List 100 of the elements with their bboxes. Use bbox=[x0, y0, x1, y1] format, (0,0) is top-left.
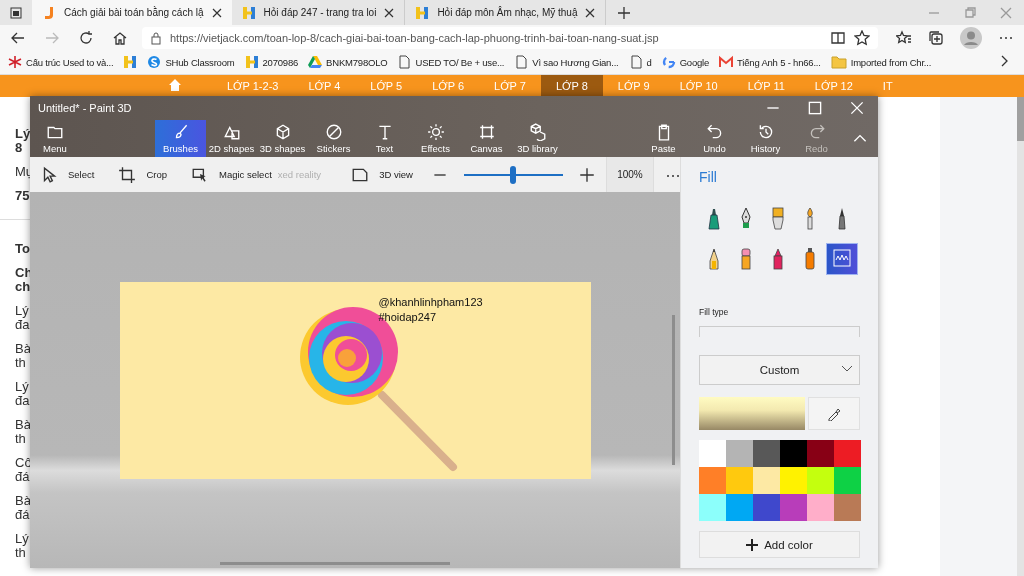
brush-option[interactable] bbox=[826, 243, 858, 275]
scroll-thumb[interactable] bbox=[1017, 97, 1024, 141]
article-text: th bbox=[15, 546, 26, 560]
restore-icon[interactable] bbox=[962, 4, 978, 21]
toolbar-button[interactable]: Undo bbox=[689, 120, 740, 157]
tool-tab[interactable]: 2D shapes bbox=[206, 120, 257, 157]
close-icon[interactable] bbox=[211, 7, 222, 18]
nav-link[interactable]: LỚP 8 bbox=[540, 75, 603, 97]
color-swatch[interactable] bbox=[726, 467, 753, 494]
more-icon[interactable] bbox=[666, 174, 680, 178]
scrollbar[interactable] bbox=[672, 315, 675, 465]
toolbar-button[interactable]: History bbox=[740, 120, 791, 157]
color-swatch[interactable] bbox=[753, 467, 780, 494]
tool-button[interactable]: 3D view bbox=[351, 165, 413, 184]
article-text: Bà bbox=[15, 342, 31, 356]
color-swatch[interactable] bbox=[726, 440, 753, 467]
address-bar[interactable]: https://vietjack.com/toan-lop-8/cach-giai-bai-toan-bang-cach-lap-phuong-trinh-bai-toan-nang-suat.jsp bbox=[142, 26, 878, 49]
tool-tab[interactable]: Text bbox=[359, 120, 410, 157]
bookmark[interactable]: SHub Classroom bbox=[147, 55, 235, 69]
browser-tab[interactable]: Cách giải bài toán bằng cách lậ bbox=[32, 0, 232, 25]
bookmark[interactable]: BNKM798OLO bbox=[308, 55, 388, 69]
color-swatch[interactable] bbox=[699, 467, 726, 494]
tool-button[interactable]: Select bbox=[40, 165, 95, 184]
color-swatch[interactable] bbox=[834, 467, 861, 494]
bookmark[interactable]: 2070986 bbox=[244, 55, 299, 69]
article-text: Lý bbox=[15, 532, 29, 546]
color-swatch[interactable] bbox=[780, 494, 807, 521]
site-logo-icon bbox=[244, 55, 259, 69]
article-text: đa bbox=[15, 318, 30, 332]
profile-icon[interactable] bbox=[960, 26, 982, 49]
color-swatch[interactable] bbox=[807, 494, 834, 521]
close-icon[interactable] bbox=[585, 7, 596, 18]
undo-icon bbox=[705, 123, 724, 141]
tab-actions-icon[interactable] bbox=[10, 6, 22, 19]
article-text: đá bbox=[15, 470, 30, 484]
tool-tab[interactable]: Effects bbox=[410, 120, 461, 157]
color-swatch[interactable] bbox=[699, 440, 726, 467]
color-swatch[interactable] bbox=[699, 494, 726, 521]
color-swatch[interactable] bbox=[780, 440, 807, 467]
close-icon[interactable] bbox=[384, 7, 395, 18]
sticker-icon bbox=[324, 123, 343, 141]
chevron-down-icon bbox=[841, 365, 853, 373]
bookmark[interactable]: Cấu trúc Used to và... bbox=[8, 55, 114, 69]
reader-icon[interactable] bbox=[830, 29, 846, 46]
color-swatch[interactable] bbox=[753, 494, 780, 521]
site-logo-icon bbox=[147, 55, 162, 69]
sun-icon bbox=[426, 123, 445, 141]
scrollbar[interactable] bbox=[220, 562, 450, 565]
color-swatch[interactable] bbox=[834, 440, 861, 467]
fill-dropdown[interactable]: Custom bbox=[699, 355, 860, 385]
bookmark[interactable]: d bbox=[628, 55, 652, 69]
mail-icon bbox=[719, 55, 734, 69]
menu-button[interactable]: Menu bbox=[30, 120, 80, 157]
tool-label: xed reality bbox=[277, 169, 322, 180]
site-logo-icon bbox=[415, 5, 430, 20]
bookmark[interactable]: Vì sao Hương Gian... bbox=[514, 55, 619, 69]
new-tab-icon[interactable] bbox=[616, 4, 633, 21]
color-swatch[interactable] bbox=[807, 467, 834, 494]
canvas-icon bbox=[477, 123, 496, 141]
favorites-icon[interactable] bbox=[896, 29, 912, 46]
cubes-icon bbox=[528, 123, 547, 141]
color-swatch[interactable] bbox=[834, 494, 861, 521]
canvas-text: #hoidap247 bbox=[378, 309, 437, 325]
article-text: To bbox=[15, 242, 30, 256]
toolbar-button[interactable]: Paste bbox=[638, 120, 689, 157]
zoom-level[interactable]: 100% bbox=[605, 157, 654, 192]
google-icon bbox=[661, 55, 676, 69]
site-logo-icon bbox=[42, 5, 56, 20]
add-color-button[interactable]: Add color bbox=[699, 531, 860, 558]
bookmark[interactable]: Tiếng Anh 5 - hn66... bbox=[719, 55, 821, 69]
article-text: th bbox=[15, 356, 26, 370]
tool-tab[interactable]: 3D library bbox=[512, 120, 563, 157]
favorite-add-icon[interactable] bbox=[854, 29, 870, 46]
maximize-icon[interactable] bbox=[806, 99, 824, 117]
color-swatch[interactable] bbox=[780, 467, 807, 494]
bookmark[interactable]: Google bbox=[661, 55, 710, 69]
tool-button[interactable]: Magic select bbox=[191, 165, 272, 184]
tool-tab[interactable]: Brushes bbox=[155, 120, 206, 157]
tool-tab[interactable]: Canvas bbox=[461, 120, 512, 157]
article-text: ch bbox=[15, 280, 31, 294]
lock-icon bbox=[150, 30, 162, 45]
close-icon[interactable] bbox=[848, 99, 866, 117]
article-text: Lý bbox=[15, 127, 31, 141]
article-text: 75 bbox=[15, 189, 30, 203]
color-swatch[interactable] bbox=[726, 494, 753, 521]
color-swatch[interactable] bbox=[753, 440, 780, 467]
tool-tab[interactable]: 3D shapes bbox=[257, 120, 308, 157]
bookmark[interactable] bbox=[123, 55, 138, 69]
bookmark[interactable]: USED TO/ Be + use... bbox=[397, 55, 505, 69]
color-swatch[interactable] bbox=[807, 440, 834, 467]
window-title: Untitled* - Paint 3D bbox=[38, 102, 132, 114]
bookmark-folder[interactable]: Imported from Chr... bbox=[830, 55, 932, 69]
tool-tab[interactable]: Stickers bbox=[308, 120, 359, 157]
tool-button[interactable]: Crop bbox=[118, 165, 167, 184]
zoom-in-icon[interactable] bbox=[577, 165, 596, 184]
collections-icon[interactable] bbox=[928, 29, 944, 46]
slider-thumb[interactable] bbox=[510, 165, 517, 184]
reload-icon[interactable] bbox=[78, 29, 94, 46]
article-text: th bbox=[15, 432, 26, 446]
site-logo-icon bbox=[123, 55, 138, 69]
